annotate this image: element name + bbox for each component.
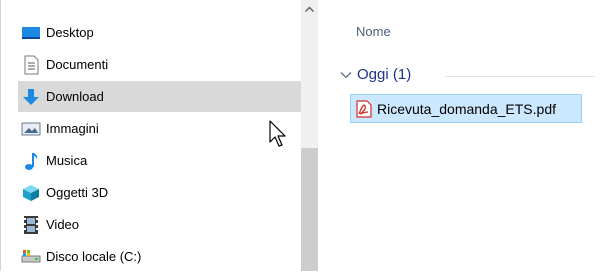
file-item[interactable]: Ricevuta_domanda_ETS.pdf bbox=[350, 94, 582, 123]
video-icon bbox=[20, 215, 42, 235]
music-icon bbox=[20, 151, 42, 171]
chevron-up-icon bbox=[305, 6, 314, 12]
scrollbar-thumb[interactable] bbox=[301, 148, 318, 271]
group-header-today[interactable]: Oggi (1) bbox=[339, 66, 411, 83]
nav-item-pictures[interactable]: Immagini bbox=[18, 113, 301, 144]
documents-icon bbox=[20, 55, 42, 75]
nav-item-label: Desktop bbox=[46, 25, 94, 40]
group-divider bbox=[445, 76, 595, 77]
nav-item-label: Download bbox=[46, 89, 104, 104]
nav-item-3d-objects[interactable]: Oggetti 3D bbox=[18, 177, 301, 208]
nav-item-label: Disco locale (C:) bbox=[46, 249, 142, 264]
nav-item-download[interactable]: Download bbox=[18, 81, 301, 112]
nav-item-label: Immagini bbox=[46, 121, 99, 136]
pdf-icon bbox=[356, 99, 372, 118]
nav-item-label: Oggetti 3D bbox=[46, 185, 109, 200]
nav-item-video[interactable]: Video bbox=[18, 209, 301, 240]
nav-item-label: Documenti bbox=[46, 57, 109, 72]
scroll-up-button[interactable] bbox=[301, 0, 318, 17]
desktop-icon bbox=[20, 23, 42, 43]
nav-item-music[interactable]: Musica bbox=[18, 145, 301, 176]
objects-3d-icon bbox=[20, 183, 42, 203]
nav-item-desktop[interactable]: Desktop bbox=[18, 17, 301, 48]
mouse-cursor-icon bbox=[269, 120, 289, 150]
file-name: Ricevuta_domanda_ETS.pdf bbox=[377, 100, 556, 117]
nav-item-label: Video bbox=[46, 217, 80, 232]
nav-item-documents[interactable]: Documenti bbox=[18, 49, 301, 80]
column-header-name[interactable]: Nome bbox=[356, 24, 391, 39]
file-list-pane: Nome Oggi (1) Ricevuta_domanda_ETS.pdf bbox=[319, 0, 605, 271]
file-explorer-window: Desktop Documenti Download Immagini Musi… bbox=[0, 0, 605, 271]
group-label: Oggi (1) bbox=[357, 66, 412, 83]
chevron-down-icon[interactable] bbox=[339, 68, 353, 82]
local-disk-icon bbox=[20, 247, 42, 267]
pictures-icon bbox=[20, 119, 42, 139]
nav-item-local-disk[interactable]: Disco locale (C:) bbox=[18, 241, 301, 272]
nav-item-label: Musica bbox=[46, 153, 88, 168]
nav-scrollbar[interactable] bbox=[301, 0, 318, 271]
download-icon bbox=[20, 87, 42, 107]
navigation-pane: Desktop Documenti Download Immagini Musi… bbox=[1, 0, 301, 271]
